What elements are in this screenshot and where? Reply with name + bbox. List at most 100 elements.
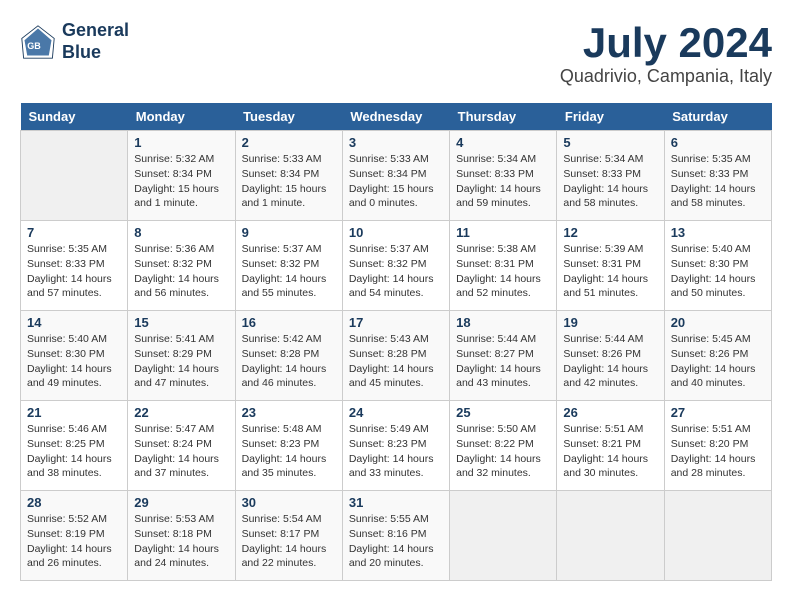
day-info: Sunrise: 5:51 AMSunset: 8:21 PMDaylight:… [563, 422, 657, 481]
calendar-cell: 23Sunrise: 5:48 AMSunset: 8:23 PMDayligh… [235, 401, 342, 491]
calendar-cell [664, 491, 771, 581]
day-info: Sunrise: 5:45 AMSunset: 8:26 PMDaylight:… [671, 332, 765, 391]
calendar-cell [557, 491, 664, 581]
day-info: Sunrise: 5:50 AMSunset: 8:22 PMDaylight:… [456, 422, 550, 481]
day-number: 28 [27, 495, 121, 510]
day-number: 9 [242, 225, 336, 240]
day-number: 5 [563, 135, 657, 150]
calendar-cell: 4 Sunrise: 5:34 AMSunset: 8:33 PMDaylight… [450, 131, 557, 221]
day-number: 20 [671, 315, 765, 330]
day-info: Sunrise: 5:52 AMSunset: 8:19 PMDaylight:… [27, 512, 121, 571]
day-number: 21 [27, 405, 121, 420]
header-day-wednesday: Wednesday [342, 103, 449, 131]
day-info: Sunrise: 5:49 AMSunset: 8:23 PMDaylight:… [349, 422, 443, 481]
header-day-monday: Monday [128, 103, 235, 131]
day-info: Sunrise: 5:35 AMSunset: 8:33 PMDaylight:… [27, 242, 121, 301]
day-info: Sunrise: 5:42 AMSunset: 8:28 PMDaylight:… [242, 332, 336, 391]
calendar-week-row: 7 Sunrise: 5:35 AMSunset: 8:33 PMDaylight… [21, 221, 772, 311]
calendar-cell: 25 Sunrise: 5:50 AMSunset: 8:22 PMDayligh… [450, 401, 557, 491]
calendar-cell: 12Sunrise: 5:39 AMSunset: 8:31 PMDayligh… [557, 221, 664, 311]
day-number: 6 [671, 135, 765, 150]
calendar-cell: 24 Sunrise: 5:49 AMSunset: 8:23 PMDayligh… [342, 401, 449, 491]
calendar-cell [450, 491, 557, 581]
day-info: Sunrise: 5:32 AMSunset: 8:34 PMDaylight:… [134, 152, 228, 211]
calendar-cell: 1Sunrise: 5:32 AMSunset: 8:34 PMDaylight… [128, 131, 235, 221]
day-info: Sunrise: 5:47 AMSunset: 8:24 PMDaylight:… [134, 422, 228, 481]
day-info: Sunrise: 5:54 AMSunset: 8:17 PMDaylight:… [242, 512, 336, 571]
calendar-cell: 10 Sunrise: 5:37 AMSunset: 8:32 PMDayligh… [342, 221, 449, 311]
day-number: 2 [242, 135, 336, 150]
day-number: 10 [349, 225, 443, 240]
day-info: Sunrise: 5:53 AMSunset: 8:18 PMDaylight:… [134, 512, 228, 571]
day-number: 11 [456, 225, 550, 240]
calendar-cell: 30 Sunrise: 5:54 AMSunset: 8:17 PMDayligh… [235, 491, 342, 581]
day-number: 22 [134, 405, 228, 420]
day-info: Sunrise: 5:51 AMSunset: 8:20 PMDaylight:… [671, 422, 765, 481]
calendar-cell: 15 Sunrise: 5:41 AMSunset: 8:29 PMDayligh… [128, 311, 235, 401]
day-info: Sunrise: 5:44 AMSunset: 8:26 PMDaylight:… [563, 332, 657, 391]
day-info: Sunrise: 5:33 AMSunset: 8:34 PMDaylight:… [242, 152, 336, 211]
day-number: 13 [671, 225, 765, 240]
calendar-cell: 5 Sunrise: 5:34 AMSunset: 8:33 PMDaylight… [557, 131, 664, 221]
calendar-cell: 11 Sunrise: 5:38 AMSunset: 8:31 PMDayligh… [450, 221, 557, 311]
day-info: Sunrise: 5:33 AMSunset: 8:34 PMDaylight:… [349, 152, 443, 211]
calendar-cell: 8 Sunrise: 5:36 AMSunset: 8:32 PMDaylight… [128, 221, 235, 311]
day-number: 26 [563, 405, 657, 420]
calendar-week-row: 14Sunrise: 5:40 AMSunset: 8:30 PMDayligh… [21, 311, 772, 401]
calendar-cell: 22 Sunrise: 5:47 AMSunset: 8:24 PMDayligh… [128, 401, 235, 491]
day-number: 3 [349, 135, 443, 150]
day-info: Sunrise: 5:41 AMSunset: 8:29 PMDaylight:… [134, 332, 228, 391]
day-number: 4 [456, 135, 550, 150]
calendar-table: SundayMondayTuesdayWednesdayThursdayFrid… [20, 103, 772, 581]
day-number: 18 [456, 315, 550, 330]
calendar-cell: 13 Sunrise: 5:40 AMSunset: 8:30 PMDayligh… [664, 221, 771, 311]
day-info: Sunrise: 5:48 AMSunset: 8:23 PMDaylight:… [242, 422, 336, 481]
calendar-cell: 3 Sunrise: 5:33 AMSunset: 8:34 PMDaylight… [342, 131, 449, 221]
day-number: 27 [671, 405, 765, 420]
header-day-saturday: Saturday [664, 103, 771, 131]
calendar-cell: 20 Sunrise: 5:45 AMSunset: 8:26 PMDayligh… [664, 311, 771, 401]
logo-icon: GB [20, 24, 56, 60]
day-number: 17 [349, 315, 443, 330]
calendar-cell: 29 Sunrise: 5:53 AMSunset: 8:18 PMDayligh… [128, 491, 235, 581]
calendar-cell [21, 131, 128, 221]
calendar-week-row: 21 Sunrise: 5:46 AMSunset: 8:25 PMDayligh… [21, 401, 772, 491]
header-day-sunday: Sunday [21, 103, 128, 131]
day-info: Sunrise: 5:43 AMSunset: 8:28 PMDaylight:… [349, 332, 443, 391]
calendar-cell: 21 Sunrise: 5:46 AMSunset: 8:25 PMDayligh… [21, 401, 128, 491]
calendar-cell: 26 Sunrise: 5:51 AMSunset: 8:21 PMDayligh… [557, 401, 664, 491]
header-day-friday: Friday [557, 103, 664, 131]
day-info: Sunrise: 5:35 AMSunset: 8:33 PMDaylight:… [671, 152, 765, 211]
day-info: Sunrise: 5:36 AMSunset: 8:32 PMDaylight:… [134, 242, 228, 301]
day-number: 30 [242, 495, 336, 510]
calendar-cell: 2 Sunrise: 5:33 AMSunset: 8:34 PMDaylight… [235, 131, 342, 221]
day-number: 31 [349, 495, 443, 510]
calendar-cell: 27 Sunrise: 5:51 AMSunset: 8:20 PMDayligh… [664, 401, 771, 491]
day-info: Sunrise: 5:40 AMSunset: 8:30 PMDaylight:… [671, 242, 765, 301]
location-title: Quadrivio, Campania, Italy [560, 66, 772, 87]
day-number: 24 [349, 405, 443, 420]
day-number: 19 [563, 315, 657, 330]
logo-text: General Blue [62, 20, 129, 63]
day-number: 29 [134, 495, 228, 510]
logo: GB General Blue [20, 20, 129, 63]
day-number: 15 [134, 315, 228, 330]
day-info: Sunrise: 5:44 AMSunset: 8:27 PMDaylight:… [456, 332, 550, 391]
day-info: Sunrise: 5:37 AMSunset: 8:32 PMDaylight:… [242, 242, 336, 301]
day-info: Sunrise: 5:37 AMSunset: 8:32 PMDaylight:… [349, 242, 443, 301]
calendar-cell: 18 Sunrise: 5:44 AMSunset: 8:27 PMDayligh… [450, 311, 557, 401]
day-info: Sunrise: 5:46 AMSunset: 8:25 PMDaylight:… [27, 422, 121, 481]
calendar-cell: 14Sunrise: 5:40 AMSunset: 8:30 PMDayligh… [21, 311, 128, 401]
month-title: July 2024 [560, 20, 772, 66]
day-number: 8 [134, 225, 228, 240]
day-number: 25 [456, 405, 550, 420]
svg-text:GB: GB [27, 41, 41, 51]
day-number: 7 [27, 225, 121, 240]
day-info: Sunrise: 5:34 AMSunset: 8:33 PMDaylight:… [563, 152, 657, 211]
calendar-cell: 17 Sunrise: 5:43 AMSunset: 8:28 PMDayligh… [342, 311, 449, 401]
day-info: Sunrise: 5:34 AMSunset: 8:33 PMDaylight:… [456, 152, 550, 211]
calendar-cell: 7 Sunrise: 5:35 AMSunset: 8:33 PMDaylight… [21, 221, 128, 311]
calendar-cell: 16Sunrise: 5:42 AMSunset: 8:28 PMDayligh… [235, 311, 342, 401]
day-info: Sunrise: 5:38 AMSunset: 8:31 PMDaylight:… [456, 242, 550, 301]
day-number: 12 [563, 225, 657, 240]
